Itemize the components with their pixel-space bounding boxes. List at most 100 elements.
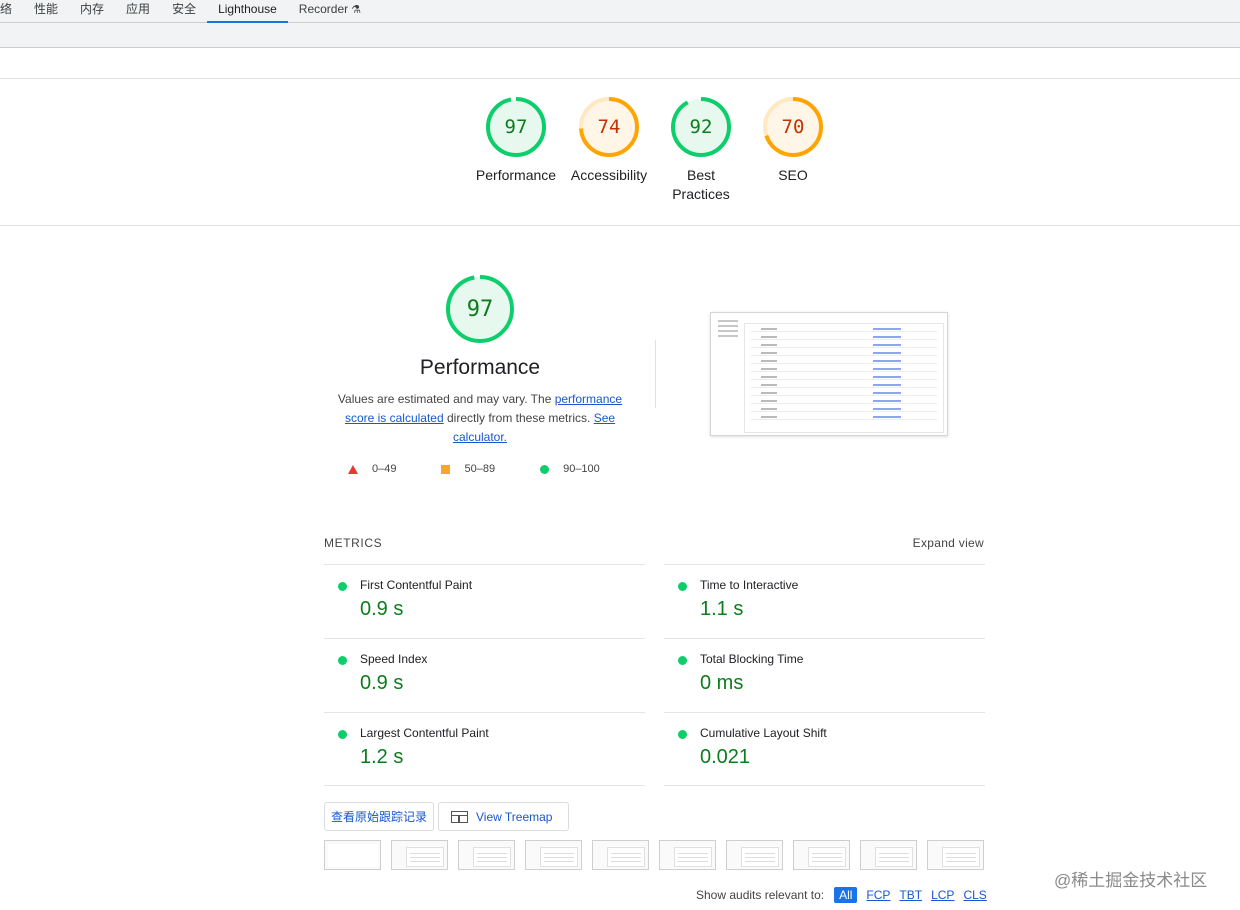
gauge-ring: 74 (578, 96, 640, 158)
metric-si: Speed Index 0.9 s (324, 638, 645, 712)
metric-name: Cumulative Layout Shift (700, 726, 827, 740)
filter-fcp[interactable]: FCP (866, 888, 890, 902)
legend-pass: 90–100 (540, 463, 600, 475)
gauge-seo[interactable]: 70 SEO (747, 96, 839, 185)
legend-label: 0–49 (372, 463, 397, 475)
filter-lcp[interactable]: LCP (931, 888, 954, 902)
tab-label: 性能 (34, 2, 59, 16)
tab-label: Lighthouse (218, 2, 277, 16)
desc-text: Values are estimated and may vary. The (337, 392, 555, 406)
metric-value: 0.021 (700, 746, 751, 768)
filmstrip-frame (927, 840, 984, 870)
tab-recorder[interactable]: Recorder ⚗ (288, 0, 372, 22)
filter-cls[interactable]: CLS (963, 888, 986, 902)
button-label: 查看原始跟踪记录 (331, 810, 428, 824)
pass-dot-icon (678, 730, 687, 739)
tab-label: 应用 (126, 2, 151, 16)
final-screenshot-thumbnail[interactable] (710, 312, 948, 436)
gauge-score: 97 (504, 116, 528, 138)
filter-all[interactable]: All (834, 887, 858, 903)
gauge-ring: 70 (762, 96, 824, 158)
metric-name: Time to Interactive (700, 578, 799, 592)
watermark: @稀土掘金技术社区 (1054, 871, 1208, 890)
filmstrip-frame (793, 840, 850, 870)
metric-tbt: Total Blocking Time 0 ms (664, 638, 985, 712)
metrics-header: METRICS Expand view (324, 536, 984, 550)
metric-value: 1.2 s (360, 746, 404, 768)
metric-name: Speed Index (360, 652, 428, 666)
metric-fcp: First Contentful Paint 0.9 s (324, 564, 645, 638)
flask-icon: ⚗ (351, 4, 362, 16)
tab-memory[interactable]: 内存 (69, 0, 115, 22)
legend-label: 50–89 (464, 463, 496, 475)
divider (655, 340, 656, 408)
gauge-score: 74 (597, 116, 621, 138)
gauge-label: SEO (778, 167, 808, 183)
desc-text: directly from these metrics. (443, 411, 594, 425)
legend-label: 90–100 (563, 463, 600, 475)
filmstrip-frame (659, 840, 716, 870)
filter-label: Show audits relevant to: (696, 888, 825, 902)
metric-value: 1.1 s (700, 598, 744, 620)
gauge-label-line2: Practices (672, 186, 730, 202)
gauge-label: Accessibility (570, 167, 648, 183)
gauge-ring: 92 (670, 96, 732, 158)
gauge-best-practices[interactable]: 92 Best Practices (655, 96, 747, 204)
pass-dot-icon (338, 582, 347, 591)
pass-dot-icon (338, 656, 347, 665)
button-label: View Treemap (476, 809, 553, 824)
metric-value: 0.9 s (360, 598, 404, 620)
filmstrip-frame (525, 840, 582, 870)
performance-score: 97 (466, 296, 494, 322)
pass-dot-icon (678, 656, 687, 665)
legend-average: 50–89 (441, 463, 495, 475)
tab-performance[interactable]: 性能 (23, 0, 69, 22)
performance-title: Performance (419, 356, 541, 379)
treemap-icon (451, 810, 468, 823)
pass-dot-icon (678, 582, 687, 591)
gauge-ring: 97 (485, 96, 547, 158)
filmstrip-frame (592, 840, 649, 870)
metric-name: Total Blocking Time (700, 652, 804, 666)
expand-view-toggle[interactable]: Expand view (913, 536, 984, 550)
gauge-label-line1: Best (686, 167, 715, 183)
tab-label: Recorder (298, 2, 349, 16)
gauge-accessibility[interactable]: 74 Accessibility (562, 96, 656, 185)
tab-application[interactable]: 应用 (115, 0, 161, 22)
tab-label: 安全 (172, 2, 197, 16)
filmstrip-frame (458, 840, 515, 870)
tab-label: 内存 (80, 2, 105, 16)
gauge-label: Best Practices (655, 166, 747, 204)
view-original-trace-button[interactable]: 查看原始跟踪记录 (324, 802, 435, 831)
metric-tti: Time to Interactive 1.1 s (664, 564, 985, 638)
lighthouse-toolbar (0, 23, 1240, 48)
gauge-label: Performance (475, 167, 557, 183)
devtools-tab-bar: 络 性能 内存 应用 安全 Lighthouse Recorder ⚗ (0, 0, 1240, 23)
square-icon (441, 464, 451, 474)
pass-dot-icon (338, 730, 347, 739)
filmstrip-frame (860, 840, 917, 870)
circle-icon (540, 464, 550, 474)
gauge-performance[interactable]: 97 Performance (470, 96, 562, 185)
filmstrip (324, 840, 984, 870)
metric-lcp: Largest Contentful Paint 1.2 s (324, 712, 645, 786)
filter-tbt[interactable]: TBT (899, 888, 922, 902)
tab-security[interactable]: 安全 (161, 0, 207, 22)
filmstrip-frame (391, 840, 448, 870)
tab-lighthouse[interactable]: Lighthouse (207, 0, 288, 23)
thumbnail-sidebar (714, 317, 742, 435)
divider (324, 785, 985, 786)
divider (0, 225, 1240, 226)
triangle-icon (348, 464, 358, 474)
view-treemap-button[interactable]: View Treemap (438, 802, 569, 831)
metric-cls: Cumulative Layout Shift 0.021 (664, 712, 985, 786)
score-legend: 0–49 50–89 90–100 (348, 463, 600, 475)
tab-network[interactable]: 络 (0, 0, 23, 22)
metrics-title: METRICS (324, 536, 383, 550)
tab-label: 络 (0, 2, 13, 16)
metric-name: Largest Contentful Paint (360, 726, 489, 740)
gauge-score: 92 (689, 116, 713, 138)
metric-name: First Contentful Paint (360, 578, 473, 592)
performance-score-gauge: 97 (445, 274, 515, 344)
thumbnail-table (744, 323, 944, 433)
